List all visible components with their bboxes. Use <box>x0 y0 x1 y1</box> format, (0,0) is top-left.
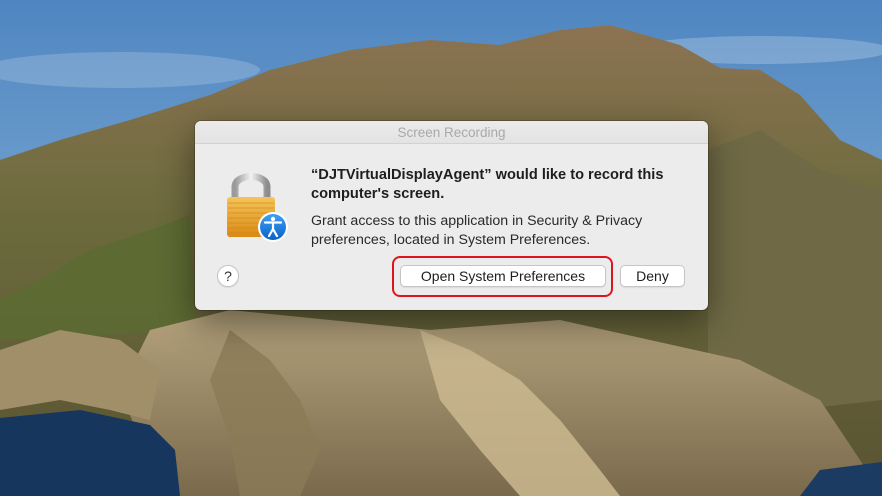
help-button[interactable]: ? <box>217 265 239 287</box>
dialog-message-title: “DJTVirtualDisplayAgent” would like to r… <box>311 167 664 202</box>
dialog-title: Screen Recording <box>195 121 708 144</box>
open-system-preferences-button[interactable]: Open System Preferences <box>400 265 606 287</box>
padlock-accessibility-icon <box>223 167 291 243</box>
screen-recording-dialog: Screen Recording “DJTVirtualDisplayAgent… <box>195 121 708 310</box>
dialog-message-body: Grant access to this application in Secu… <box>311 213 643 248</box>
deny-button[interactable]: Deny <box>620 265 685 287</box>
